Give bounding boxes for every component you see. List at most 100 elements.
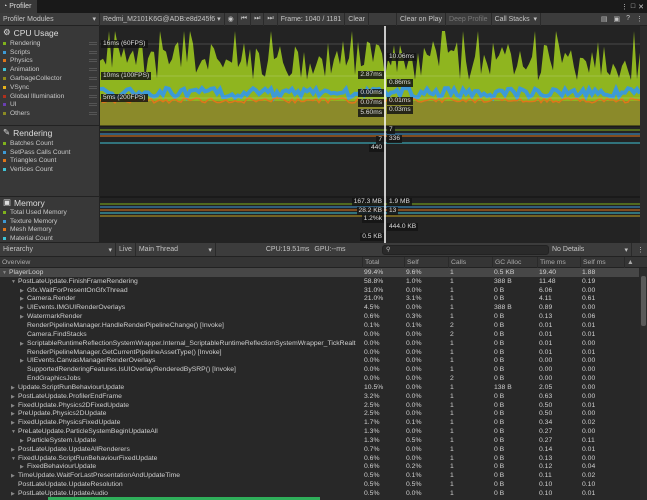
- help-icon[interactable]: ?: [626, 15, 630, 23]
- drag-handle-icon[interactable]: [89, 94, 97, 98]
- profiler-modules-dropdown[interactable]: Profiler Modules ▾: [0, 12, 100, 26]
- table-row[interactable]: ▶ UIEvents.IMGUIRenderOverlays 4.5% 0.0% 1 38…: [0, 303, 639, 312]
- table-row[interactable]: ▶ FixedUpdate.Physics2DFixedUpdate 2.5% 0.0…: [0, 401, 639, 410]
- legend-item[interactable]: SetPass Calls Count: [0, 148, 100, 157]
- expand-arrow-icon[interactable]: ▼: [11, 279, 18, 285]
- col-total[interactable]: Total: [362, 256, 404, 268]
- legend-item[interactable]: Others: [0, 109, 100, 118]
- call-stacks-dropdown[interactable]: Call Stacks ▾: [492, 12, 541, 26]
- table-row[interactable]: ▶ PostLateUpdate.ProfilerEndFrame 3.2% 0.0%…: [0, 392, 639, 401]
- table-row[interactable]: RenderPipelineManager.HandleRenderPipeli…: [0, 321, 639, 330]
- table-row[interactable]: ▶ PreUpdate.Physics2DUpdate 2.5% 0.0% 1 0 B 0.…: [0, 410, 639, 419]
- warning-icon[interactable]: ▲: [624, 256, 647, 268]
- collapse-arrow-icon[interactable]: ▶: [11, 403, 18, 409]
- collapse-arrow-icon[interactable]: ▶: [20, 438, 27, 444]
- clear-button[interactable]: Clear: [345, 12, 369, 26]
- table-row[interactable]: ▶ ParticleSystem.Update 1.3% 0.5% 1 0 B 0.27 0.…: [0, 436, 639, 445]
- drag-handle-icon[interactable]: [89, 59, 97, 63]
- table-row[interactable]: ▼ PostLateUpdate.FinishFrameRendering 58.8…: [0, 277, 639, 286]
- collapse-arrow-icon[interactable]: ▶: [11, 411, 18, 417]
- prev-frame-button[interactable]: ⏮: [238, 12, 252, 26]
- table-row[interactable]: ▼ PlayerLoop 99.4% 9.6% 1 0.5 KB 19.40 1.88: [0, 268, 639, 277]
- close-icon[interactable]: ✕: [638, 3, 644, 11]
- legend-item[interactable]: Total Used Memory: [0, 208, 100, 217]
- legend-item[interactable]: Global Illumination: [0, 92, 100, 101]
- maximize-icon[interactable]: □: [631, 3, 635, 11]
- table-row[interactable]: SupportedRenderingFeatures.IsUIOverlayRe…: [0, 365, 639, 374]
- details-dropdown[interactable]: No Details ▾: [549, 243, 632, 256]
- col-overview[interactable]: Overview: [0, 257, 362, 268]
- table-row[interactable]: ▶ PostLateUpdate.UpdateAllRenderers 0.7% 0.…: [0, 445, 639, 454]
- table-row[interactable]: ▶ Gfx.WaitForPresentOnGfxThread 31.0% 0.0% 1…: [0, 286, 639, 295]
- table-row[interactable]: EndGraphicsJobs 0.0% 0.0% 2 0 B 0.00 0.00: [0, 374, 639, 383]
- search-input[interactable]: ⚲: [382, 245, 549, 255]
- module-rendering[interactable]: ✎ Rendering Batches Count SetPass Calls Cou…: [0, 126, 100, 197]
- legend-item[interactable]: Rendering: [0, 39, 100, 48]
- more-icon[interactable]: ⋮: [621, 3, 628, 11]
- collapse-arrow-icon[interactable]: ▶: [20, 358, 27, 364]
- options-icon[interactable]: ⋮: [637, 246, 644, 254]
- clear-on-play-button[interactable]: Clear on Play: [397, 12, 447, 26]
- drag-handle-icon[interactable]: [89, 85, 97, 89]
- table-row[interactable]: PostLateUpdate.UpdateResolution 0.5% 0.5% 1…: [0, 480, 639, 489]
- expand-arrow-icon[interactable]: ▼: [11, 456, 18, 462]
- drag-handle-icon[interactable]: [89, 112, 97, 116]
- col-self[interactable]: Self: [404, 256, 448, 268]
- table-row[interactable]: ▶ FixedUpdate.PhysicsFixedUpdate 1.7% 0.1% 1…: [0, 418, 639, 427]
- legend-item[interactable]: Texture Memory: [0, 217, 100, 226]
- legend-item[interactable]: Vertices Count: [0, 165, 100, 174]
- scrollbar-thumb[interactable]: [641, 276, 646, 326]
- module-cpu[interactable]: ⚙ CPU Usage Rendering Scripts Physics Animati…: [0, 26, 100, 126]
- drag-handle-icon[interactable]: [89, 41, 97, 45]
- table-row[interactable]: ▶ ScriptableRuntimeReflectionSystemWrappe…: [0, 339, 639, 348]
- deep-profile-button[interactable]: Deep Profile: [446, 12, 492, 26]
- drag-handle-icon[interactable]: [89, 103, 97, 107]
- menu-icon[interactable]: ⋮: [636, 15, 643, 23]
- table-row[interactable]: ▼ PreLateUpdate.ParticleSystemBeginUpdate…: [0, 427, 639, 436]
- view-dropdown[interactable]: Hierarchy ▾: [0, 243, 116, 256]
- next-frame-button[interactable]: ⏭: [251, 12, 265, 26]
- last-frame-button[interactable]: ⏭: [264, 12, 278, 26]
- save-icon[interactable]: ▣: [613, 15, 620, 23]
- collapse-arrow-icon[interactable]: ▶: [11, 473, 18, 479]
- legend-item[interactable]: Batches Count: [0, 139, 100, 148]
- collapse-arrow-icon[interactable]: ▶: [20, 288, 27, 294]
- collapse-arrow-icon[interactable]: ▶: [20, 341, 27, 347]
- live-toggle[interactable]: Live: [116, 243, 136, 256]
- table-row[interactable]: ▶ Update.ScriptRunBehaviourUpdate 10.5% 0.0…: [0, 383, 639, 392]
- record-button[interactable]: ◉: [225, 12, 238, 26]
- collapse-arrow-icon[interactable]: ▶: [20, 305, 27, 311]
- profiler-tab[interactable]: ◔ Profiler: [0, 0, 38, 13]
- table-row[interactable]: RenderPipelineManager.GetCurrentPipeline…: [0, 348, 639, 357]
- table-row[interactable]: ▶ FixedBehaviourUpdate 0.6% 0.2% 1 0 B 0.12 0.0…: [0, 463, 639, 472]
- table-row[interactable]: Camera.FindStacks 0.0% 0.0% 2 0 B 0.01 0.01: [0, 330, 639, 339]
- table-row[interactable]: ▼ FixedUpdate.ScriptRunBehaviourFixedUpda…: [0, 454, 639, 463]
- col-calls[interactable]: Calls: [448, 256, 492, 268]
- collapse-arrow-icon[interactable]: ▶: [20, 296, 27, 302]
- collapse-arrow-icon[interactable]: ▶: [11, 420, 18, 426]
- legend-item[interactable]: Mesh Memory: [0, 226, 100, 235]
- table-row[interactable]: ▶ Camera.Render 21.0% 3.1% 1 0 B 4.11 0.61: [0, 295, 639, 304]
- col-gc-alloc[interactable]: GC Alloc: [492, 256, 537, 268]
- collapse-arrow-icon[interactable]: ▶: [11, 491, 18, 497]
- table-scrollbar[interactable]: [640, 268, 647, 500]
- collapse-arrow-icon[interactable]: ▶: [11, 447, 18, 453]
- thread-dropdown[interactable]: Main Thread ▾: [136, 243, 216, 256]
- module-memory[interactable]: ▣ Memory Total Used Memory Texture Memory Me…: [0, 197, 100, 243]
- collapse-arrow-icon[interactable]: ▶: [20, 314, 27, 320]
- legend-item[interactable]: GarbageCollector: [0, 74, 100, 83]
- legend-item[interactable]: UI: [0, 101, 100, 110]
- collapse-arrow-icon[interactable]: ▶: [11, 385, 18, 391]
- legend-item[interactable]: Animation: [0, 65, 100, 74]
- legend-item[interactable]: VSync: [0, 83, 100, 92]
- drag-handle-icon[interactable]: [89, 77, 97, 81]
- table-row[interactable]: ▶ UIEvents.CanvasManagerRenderOverlays 0.0…: [0, 356, 639, 365]
- legend-item[interactable]: Physics: [0, 57, 100, 66]
- device-dropdown[interactable]: Redmi_M2101K6G@ADB:e8d245f6 ▾: [100, 12, 225, 26]
- legend-item[interactable]: Material Count: [0, 234, 100, 243]
- legend-item[interactable]: Triangles Count: [0, 157, 100, 166]
- table-row[interactable]: ▶ TimeUpdate.WaitForLastPresentationAndUp…: [0, 471, 639, 480]
- load-icon[interactable]: ▤: [601, 15, 608, 23]
- collapse-arrow-icon[interactable]: ▶: [20, 464, 27, 470]
- collapse-arrow-icon[interactable]: ▶: [11, 394, 18, 400]
